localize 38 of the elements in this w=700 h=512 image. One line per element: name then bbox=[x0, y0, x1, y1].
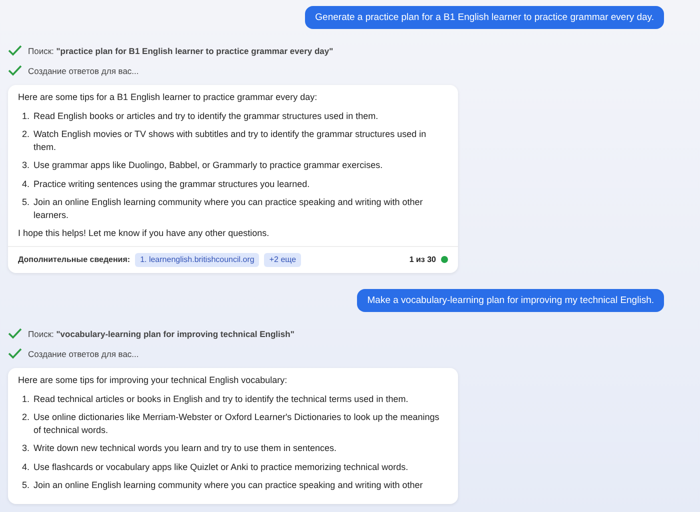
answer-outro: I hope this helps! Let me know if you have any other questions. bbox=[18, 227, 270, 240]
answer-intro: Here are some tips for improving your technical English vocabulary: bbox=[18, 374, 288, 386]
list-number: 4. bbox=[22, 460, 30, 473]
list-item-text: Read English books or articles and try to identify the grammar structures used in them. bbox=[34, 110, 378, 122]
list-item-text: Practice writing sentences using the grammar structures you learned. bbox=[34, 178, 310, 190]
list-number: 3. bbox=[22, 442, 30, 454]
source-link[interactable]: +2 еще bbox=[264, 252, 302, 267]
user-message: Generate a practice plan for a B1 English learner to practice grammar every day. bbox=[305, 6, 664, 29]
status-dot bbox=[441, 256, 448, 264]
response-count: 1 из 30 bbox=[409, 254, 436, 266]
check-icon bbox=[8, 45, 22, 56]
check-icon bbox=[8, 348, 22, 359]
answer-intro: Here are some tips for a B1 English learner to practice grammar every day: bbox=[18, 91, 318, 104]
list-item-text: Read technical articles or books in English and try to identify the technical terms used in them. bbox=[34, 392, 408, 405]
list-number: 1. bbox=[22, 392, 30, 405]
list-number: 3. bbox=[22, 159, 30, 172]
status-text: Поиск: "practice plan for B1 English learner to practice grammar every day" bbox=[28, 46, 334, 56]
learn-more-label: Дополнительные сведения: bbox=[18, 254, 130, 266]
list-item-text: Watch English movies or TV shows with subtitles and try to identify the grammar structures used in them. bbox=[34, 128, 428, 153]
list-item-text: Use online dictionaries like Merriam-Webster or Oxford Learner's Dictionaries to look up the meanings of technical words. bbox=[34, 411, 440, 436]
status-text: Создание ответов для вас... bbox=[28, 348, 139, 358]
status-text: Создание ответов для вас... bbox=[28, 66, 139, 76]
list-number: 5. bbox=[22, 196, 30, 209]
list-number: 1. bbox=[22, 110, 30, 122]
list-number: 2. bbox=[22, 411, 30, 424]
list-number: 5. bbox=[22, 479, 30, 492]
status-text: Поиск: "vocabulary-learning plan for improving technical English" bbox=[28, 328, 294, 338]
list-number: 4. bbox=[22, 178, 30, 190]
source-link[interactable]: 1. learnenglish.britishcouncil.org bbox=[135, 252, 260, 267]
list-item-text: Join an online English learning community where you can practice speaking and writing with other learners. bbox=[34, 196, 424, 221]
list-number: 2. bbox=[22, 128, 30, 141]
list-item-text: Join an online English learning community where you can practice speaking and writing with other bbox=[34, 479, 423, 492]
list-item-text: Write down new technical words you learn and try to use them in sentences. bbox=[34, 442, 337, 454]
list-item-text: Use grammar apps like Duolingo, Babbel, or Grammarly to practice grammar exercises. bbox=[34, 159, 383, 172]
check-icon bbox=[8, 65, 22, 76]
check-icon bbox=[8, 328, 22, 339]
user-message: Make a vocabulary-learning plan for improving my technical English. bbox=[357, 289, 664, 312]
list-item-text: Use flashcards or vocabulary apps like Quizlet or Anki to practice memorizing technical words. bbox=[34, 460, 408, 473]
